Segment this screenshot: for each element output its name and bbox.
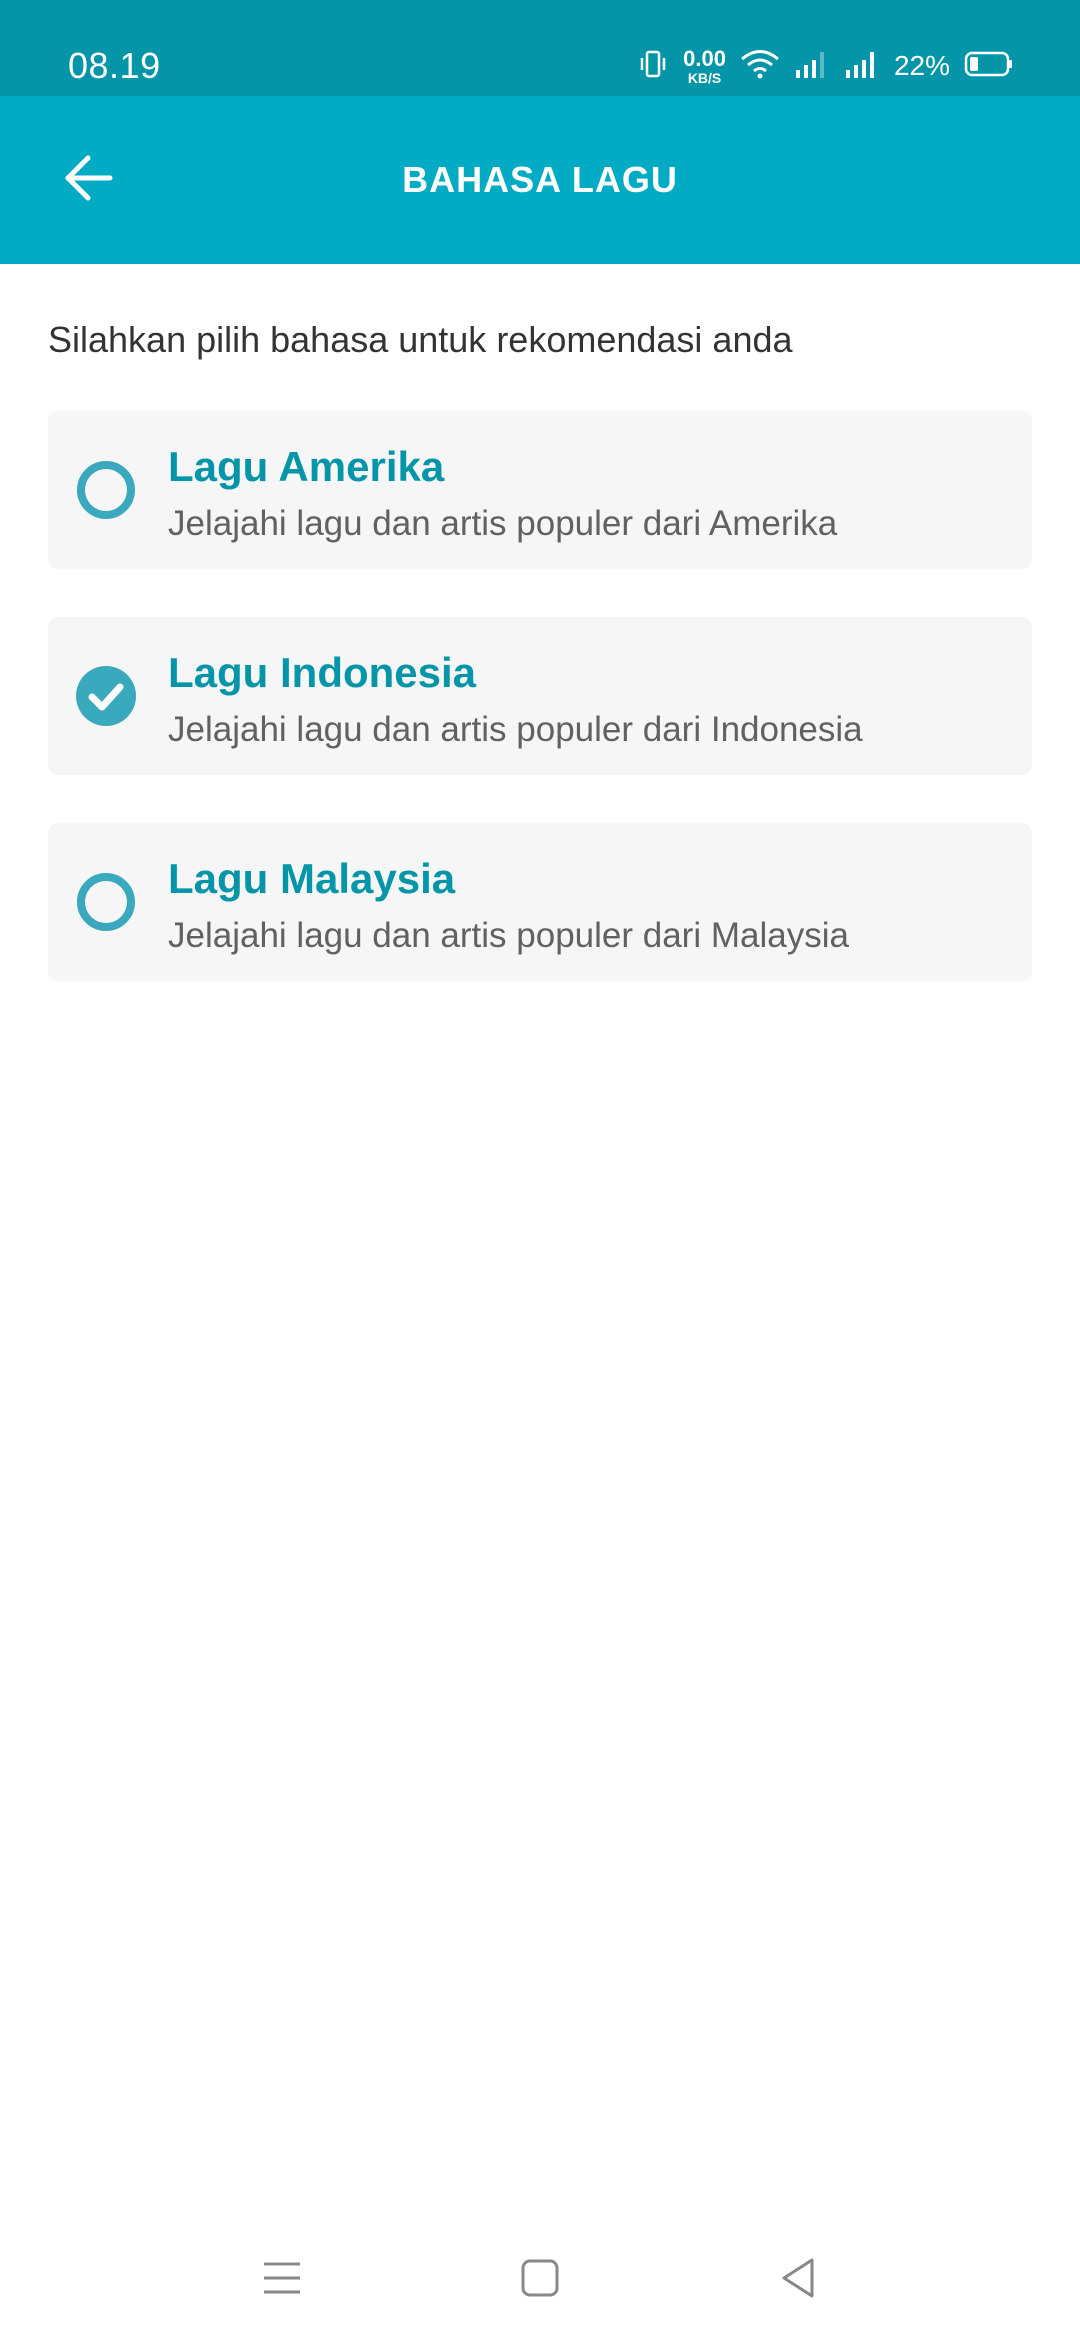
language-options: Lagu Amerika Jelajahi lagu dan artis pop… <box>48 411 1032 1029</box>
signal-icon <box>794 48 830 85</box>
system-nav-bar <box>0 2220 1080 2340</box>
screen: 08.19 0.00 KB/S 22% BAHASA LAGU Silahkan… <box>0 0 1080 2340</box>
option-lagu-amerika[interactable]: Lagu Amerika Jelajahi lagu dan artis pop… <box>48 411 1032 569</box>
check-circle-icon[interactable] <box>76 666 136 726</box>
instruction-text: Silahkan pilih bahasa untuk rekomendasi … <box>48 319 793 360</box>
menu-icon <box>260 2258 304 2303</box>
back-triangle-icon <box>776 2254 820 2307</box>
home-button[interactable] <box>510 2250 570 2310</box>
option-title: Lagu Indonesia <box>168 649 477 696</box>
network-speed: 0.00 KB/S <box>683 45 726 86</box>
vibrate-icon <box>637 48 669 85</box>
system-back-button[interactable] <box>768 2250 828 2310</box>
radio-unchecked-icon[interactable] <box>76 460 136 520</box>
option-description: Jelajahi lagu dan artis populer dari Mal… <box>168 916 849 955</box>
radio-unchecked-icon[interactable] <box>76 872 136 932</box>
signal-icon <box>844 48 880 85</box>
network-speed-unit: KB/S <box>687 69 722 86</box>
arrow-left-icon <box>60 150 116 211</box>
option-lagu-indonesia[interactable]: Lagu Indonesia Jelajahi lagu dan artis p… <box>48 617 1032 775</box>
back-button[interactable] <box>48 140 128 220</box>
status-time: 08.19 <box>68 45 161 86</box>
status-icons: 0.00 KB/S 22% <box>637 44 1014 88</box>
recent-apps-button[interactable] <box>252 2250 312 2310</box>
option-description: Jelajahi lagu dan artis populer dari Ind… <box>168 710 863 749</box>
wifi-icon <box>740 48 780 85</box>
status-bar: 08.19 0.00 KB/S 22% <box>0 0 1080 96</box>
option-description: Jelajahi lagu dan artis populer dari Ame… <box>168 504 838 543</box>
option-title: Lagu Amerika <box>168 443 445 490</box>
option-title: Lagu Malaysia <box>168 855 456 902</box>
option-lagu-malaysia[interactable]: Lagu Malaysia Jelajahi lagu dan artis po… <box>48 823 1032 981</box>
network-speed-value: 0.00 <box>683 45 726 71</box>
home-icon <box>518 2256 562 2305</box>
battery-icon <box>964 49 1014 84</box>
app-bar: BAHASA LAGU <box>0 96 1080 264</box>
page-title: BAHASA LAGU <box>402 159 678 200</box>
battery-percent: 22% <box>893 50 950 81</box>
